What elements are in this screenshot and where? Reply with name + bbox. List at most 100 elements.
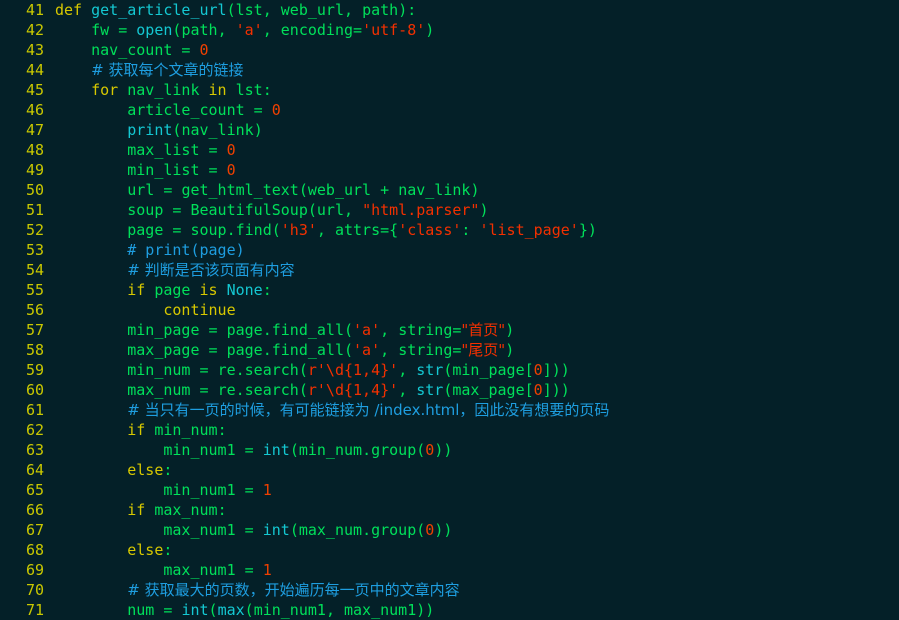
token-pun: , [262,1,281,19]
token-pun: , [344,1,363,19]
token-kw: else [127,461,164,479]
token-pun [55,181,127,199]
token-pun [82,1,91,19]
line-content: else: [44,540,172,560]
token-op: = [190,381,218,399]
code-line[interactable]: 69 max_num1 = 1 [0,560,899,580]
code-line[interactable]: 65 min_num1 = 1 [0,480,899,500]
code-line[interactable]: 54 # 判断是否该页面有内容 [0,260,899,280]
line-content: max_list = 0 [44,140,235,160]
code-line[interactable]: 52 page = soup.find('h3', attrs={'class'… [0,220,899,240]
code-line[interactable]: 41 def get_article_url(lst, web_url, path… [0,0,899,20]
code-line[interactable]: 55 if page is None: [0,280,899,300]
token-id: max_list [127,141,200,159]
line-content: soup = BeautifulSoup(url, "html.parser") [44,200,488,220]
token-pun [55,281,127,299]
code-line[interactable]: 50 url = get_html_text(web_url + nav_lin… [0,180,899,200]
token-num: 0 [425,441,435,459]
token-num: 0 [425,521,435,539]
token-id: path [181,21,218,39]
token-pun [55,521,163,539]
token-pun: : [217,421,227,439]
token-pun: ) [470,181,480,199]
token-id: url [316,201,344,219]
line-content: # 当只有一页的时候，有可能链接为 /index.html，因此没有想要的页码 [44,400,609,420]
token-pun: [ [524,361,534,379]
token-id: nav_count [91,41,173,59]
token-pun [145,421,154,439]
token-id: max_num1 [344,601,417,619]
token-id: search [244,381,299,399]
token-pun: ( [307,201,317,219]
token-id: web_url [280,1,344,19]
line-content: min_num1 = int(min_num.group(0)) [44,440,452,460]
token-pun [55,161,127,179]
code-line[interactable]: 56 continue [0,300,899,320]
code-line[interactable]: 67 max_num1 = int(max_num.group(0)) [0,520,899,540]
code-line[interactable]: 51 soup = BeautifulSoup(url, "html.parse… [0,200,899,220]
token-kw: def [55,1,83,19]
token-pun: : [461,221,480,239]
code-line[interactable]: 66 if max_num: [0,500,899,520]
code-line[interactable]: 63 min_num1 = int(min_num.group(0)) [0,440,899,460]
token-num: 0 [533,381,543,399]
token-id: max_num [127,381,191,399]
code-line[interactable]: 62 if min_num: [0,420,899,440]
line-number: 61 [25,401,44,419]
token-pun: ) [425,21,435,39]
token-id: max_num [154,501,218,519]
code-line[interactable]: 64 else: [0,460,899,480]
code-line[interactable]: 47 print(nav_link) [0,120,899,140]
code-line[interactable]: 53 # print(page) [0,240,899,260]
token-id: page [226,341,263,359]
token-id: page [226,321,263,339]
token-pun: : [217,501,227,519]
token-pun [55,461,127,479]
token-id: max_num1 [163,561,236,579]
token-pun [227,81,236,99]
token-bi: open [136,21,173,39]
token-id: find_all [271,321,344,339]
code-line[interactable]: 43 nav_count = 0 [0,40,899,60]
token-op: + [371,181,399,199]
code-line[interactable]: 70 # 获取最大的页数，开始遍历每一页中的文章内容 [0,580,899,600]
token-num: 0 [533,361,543,379]
code-editor[interactable]: 41 def get_article_url(lst, web_url, path… [0,0,899,620]
code-line[interactable]: 46 article_count = 0 [0,100,899,120]
token-id: min_num1 [163,441,236,459]
token-id: soup [190,221,227,239]
token-pun: ( [298,181,308,199]
token-pun: ( [289,441,299,459]
code-line[interactable]: 61 # 当只有一页的时候，有可能链接为 /index.html，因此没有想要的… [0,400,899,420]
token-id: min_page [452,361,525,379]
code-line[interactable]: 58 max_page = page.find_all('a', string=… [0,340,899,360]
line-number: 53 [25,241,44,259]
token-pun: )) [434,441,453,459]
token-pun: ( [298,361,308,379]
code-line[interactable]: 49 min_list = 0 [0,160,899,180]
line-number: 57 [25,321,44,339]
code-line[interactable]: 71 num = int(max(min_num1, max_num1)) [0,600,899,620]
token-op: = [190,361,218,379]
code-line[interactable]: 59 min_num = re.search(r'\d{1,4}', str(m… [0,360,899,380]
token-pun [55,381,127,399]
token-str: 'class' [398,221,462,239]
token-pun [55,441,163,459]
code-line[interactable]: 42 fw = open(path, 'a', encoding='utf-8'… [0,20,899,40]
code-line[interactable]: 44 # 获取每个文章的链接 [0,60,899,80]
line-number: 43 [25,41,44,59]
token-id: page [127,221,164,239]
code-line[interactable]: 45 for nav_link in lst: [0,80,899,100]
code-line[interactable]: 57 min_page = page.find_all('a', string=… [0,320,899,340]
token-id: page [154,281,191,299]
code-line[interactable]: 60 max_num = re.search(r'\d{1,4}', str(m… [0,380,899,400]
line-content: max_num1 = int(max_num.group(0)) [44,520,452,540]
line-content: max_num1 = 1 [44,560,271,580]
token-num: 0 [271,101,281,119]
token-id: nav_link [127,81,200,99]
line-content: continue [44,300,235,320]
code-line[interactable]: 48 max_list = 0 [0,140,899,160]
token-pun [55,401,127,419]
code-line[interactable]: 68 else: [0,540,899,560]
token-pun [55,341,127,359]
